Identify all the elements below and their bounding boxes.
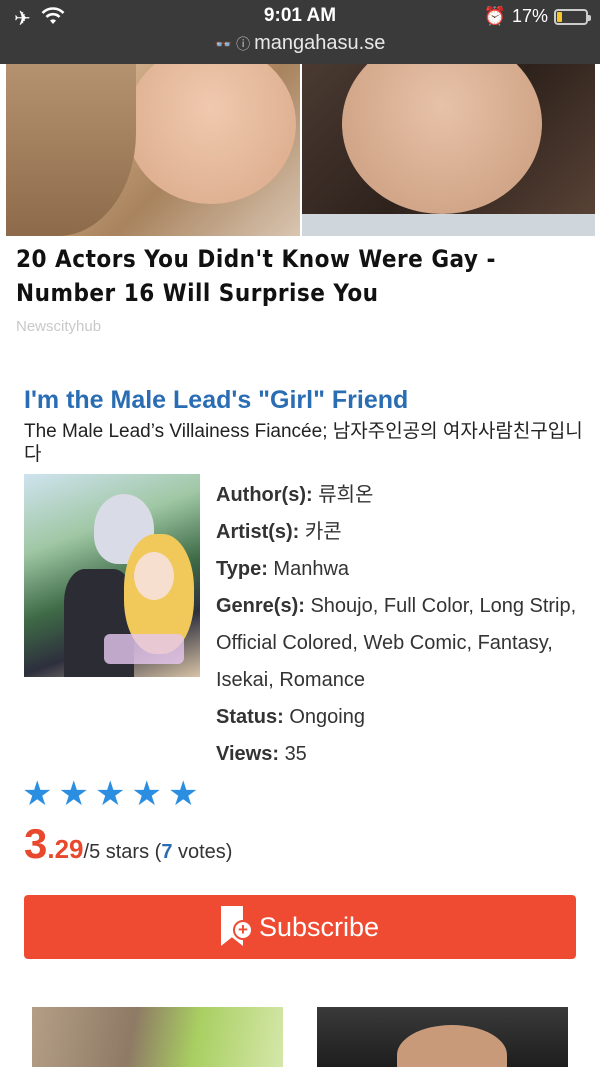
manga-title: I'm the Male Lead's "Girl" Friend: [24, 386, 409, 414]
status-right: ⏰ 17%: [483, 6, 591, 27]
rating-summary: 3.29/5 stars (7 votes): [24, 820, 233, 867]
bookmark-add-icon: +: [220, 906, 253, 948]
views-value: 35: [284, 743, 307, 765]
score-int: 3: [24, 820, 48, 867]
info-icon: ⓘ: [236, 36, 251, 52]
ad-image[interactable]: [6, 64, 595, 236]
rating-stars[interactable]: ★ ★ ★ ★ ★: [22, 776, 198, 812]
artist-row: Artist(s): 카콘: [216, 521, 342, 543]
related-thumbnails: [32, 1007, 568, 1067]
author-row: Author(s): 류희온: [216, 484, 374, 506]
status-value: Ongoing: [289, 706, 365, 728]
ad-photo-right: [301, 64, 595, 236]
battery-icon: [554, 8, 591, 25]
subscribe-button[interactable]: + Subscribe: [24, 895, 576, 959]
url-text: mangahasu.se: [254, 32, 386, 54]
star-icon[interactable]: ★: [168, 776, 198, 812]
url-bar[interactable]: 👓 ⓘ mangahasu.se: [0, 32, 600, 55]
subscribe-label: Subscribe: [258, 911, 380, 942]
ad-source: Newscityhub: [16, 318, 102, 335]
star-icon[interactable]: ★: [95, 776, 125, 812]
vote-count: 7: [161, 841, 173, 863]
views-row: Views: 35: [216, 743, 307, 765]
star-icon[interactable]: ★: [131, 776, 161, 812]
alt-title: The Male Lead’s Villainess Fiancée; 남자주인…: [24, 421, 583, 465]
ad-photo-left: [6, 64, 300, 236]
battery-percent: 17%: [511, 6, 548, 26]
ad-headline[interactable]: 20 Actors You Didn't Know Were Gay - Num…: [16, 242, 586, 310]
type-value[interactable]: Manhwa: [273, 558, 349, 580]
score-decimal: .29: [47, 834, 84, 864]
manga-details: Author(s): 류희온 Artist(s): 카콘 Type: Manhw…: [216, 477, 586, 773]
author-value[interactable]: 류희온: [318, 484, 373, 506]
cover-image: [24, 474, 200, 677]
related-thumb-left[interactable]: [32, 1007, 283, 1067]
type-row: Type: Manhwa: [216, 558, 350, 580]
genre-row: Genre(s): Shoujo, Full Color, Long Strip…: [216, 595, 577, 691]
status-row: Status: Ongoing: [216, 706, 365, 728]
related-thumb-right[interactable]: [317, 1007, 568, 1067]
status-bar: ✈ 9:01 AM ⏰ 17% 👓 ⓘ mangahasu.se: [0, 0, 600, 64]
star-icon[interactable]: ★: [22, 776, 52, 812]
artist-value[interactable]: 카콘: [305, 521, 342, 543]
reader-icon: 👓: [214, 36, 233, 52]
star-icon[interactable]: ★: [58, 776, 88, 812]
alarm-icon: ⏰: [483, 6, 506, 26]
